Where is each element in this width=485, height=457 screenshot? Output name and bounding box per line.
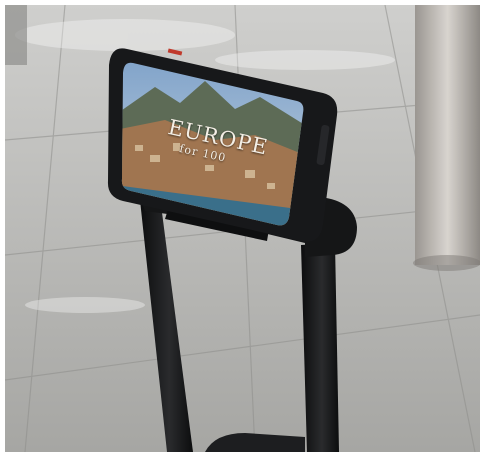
handle-pole-right (301, 243, 339, 452)
scene (5, 5, 480, 452)
photo: EUROPE for 100 (5, 5, 480, 452)
wall-edge (5, 5, 27, 65)
pillar (415, 5, 480, 265)
